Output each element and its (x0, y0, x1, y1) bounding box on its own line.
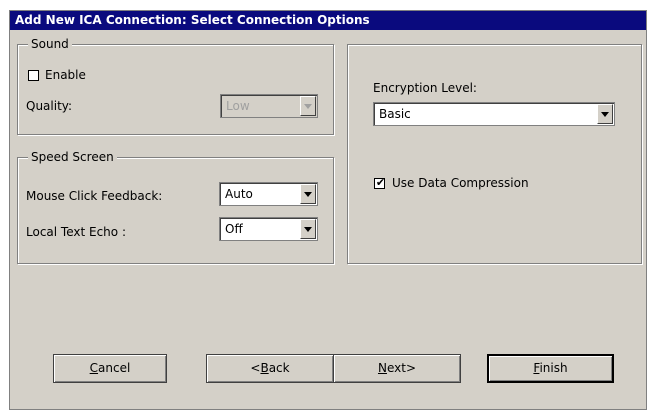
chevron-down-icon (300, 96, 316, 116)
sound-group: Sound Enable Quality: Low (17, 36, 334, 135)
speed-screen-group: Speed Screen Mouse Click Feedback: Auto … (17, 149, 334, 264)
cancel-button[interactable]: Cancel (53, 354, 167, 383)
chevron-down-icon[interactable] (300, 219, 316, 239)
local-text-echo-value: Off (225, 222, 243, 236)
local-text-echo-label: Local Text Echo : (26, 225, 126, 239)
encryption-level-value: Basic (379, 107, 411, 121)
back-prefix: < (250, 361, 261, 375)
finish-label-rest: inish (539, 361, 568, 375)
finish-button[interactable]: Finish (487, 354, 614, 383)
dialog-title: Add New ICA Connection: Select Connectio… (10, 11, 646, 30)
mouse-click-feedback-label: Mouse Click Feedback: (26, 189, 163, 203)
sound-quality-value: Low (226, 99, 250, 113)
sound-quality-label: Quality: (26, 99, 73, 113)
sound-quality-select: Low (220, 94, 318, 118)
dialog-window: Add New ICA Connection: Select Connectio… (9, 10, 647, 410)
encryption-level-select[interactable]: Basic (373, 102, 615, 126)
mouse-click-feedback-select[interactable]: Auto (219, 182, 318, 206)
back-accel: B (260, 361, 269, 375)
checkmark-icon: ✔ (375, 176, 386, 189)
sound-legend: Sound (28, 36, 72, 52)
cancel-label-rest: ancel (98, 361, 131, 375)
local-text-echo-select[interactable]: Off (219, 217, 318, 241)
back-label-rest: ack (268, 361, 290, 375)
cancel-accel: C (89, 361, 99, 375)
data-compression-checkbox[interactable]: ✔ (374, 176, 386, 189)
next-button[interactable]: Next> (333, 354, 461, 383)
next-label-rest: ext> (386, 361, 417, 375)
chevron-down-icon[interactable] (597, 104, 613, 124)
next-accel: N (377, 361, 387, 375)
data-compression-label[interactable]: Use Data Compression (392, 175, 529, 191)
chevron-down-icon[interactable] (300, 184, 316, 204)
encryption-group: Encryption Level: Basic ✔ Use Data Compr… (347, 44, 642, 264)
sound-enable-label[interactable]: Enable (45, 67, 86, 83)
encryption-level-label: Encryption Level: (373, 81, 477, 95)
sound-enable-checkbox[interactable] (28, 70, 39, 81)
speed-screen-legend: Speed Screen (28, 149, 117, 165)
mouse-click-feedback-value: Auto (225, 187, 253, 201)
back-button[interactable]: <Back (206, 354, 334, 383)
